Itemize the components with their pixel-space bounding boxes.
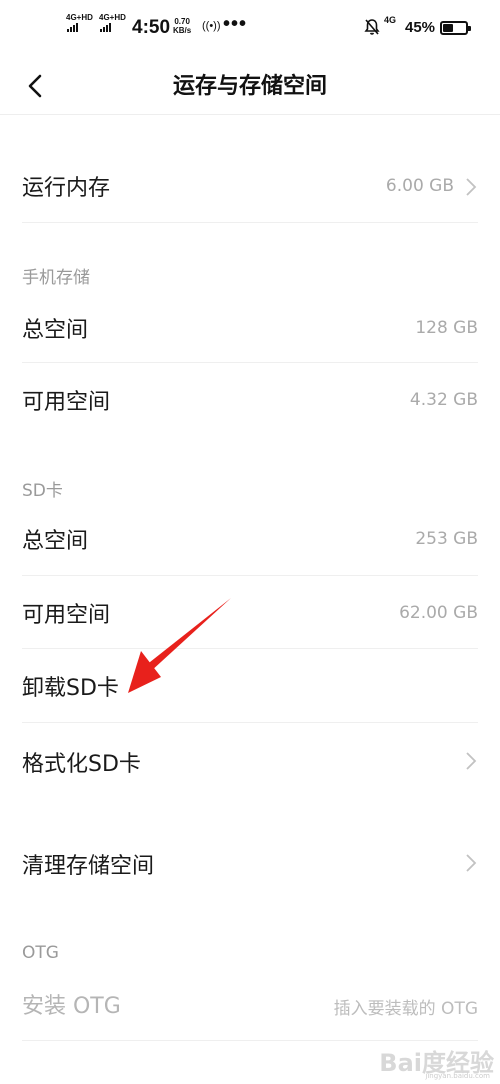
speed-value: 0.70 <box>174 17 190 26</box>
phone-total-row: 总空间 128 GB <box>0 290 500 362</box>
sd-free-row: 可用空间 62.00 GB <box>0 575 500 648</box>
sd-free-label: 可用空间 <box>22 603 111 628</box>
header-divider <box>0 114 500 115</box>
network-type-2: 4G+HD <box>99 13 126 22</box>
network-speed: 0.70 KB/s <box>173 17 191 35</box>
battery-icon <box>440 21 471 35</box>
signal-icon <box>67 23 78 32</box>
ram-label: 运行内存 <box>22 176 111 201</box>
otg-install-row: 安装 OTG 插入要装载的 OTG <box>0 966 500 1038</box>
sd-total-label: 总空间 <box>22 529 89 554</box>
phone-free-label: 可用空间 <box>22 390 111 415</box>
section-header-phone-storage: 手机存储 <box>22 268 90 288</box>
chevron-right-icon <box>466 854 477 872</box>
otg-install-value: 插入要装载的 OTG <box>333 999 478 1019</box>
sd-format-row[interactable]: 格式化SD卡 <box>0 722 500 798</box>
sd-unmount-label: 卸载SD卡 <box>22 676 119 701</box>
watermark-url: jingyan.baidu.com <box>425 1072 490 1080</box>
phone-total-value: 128 GB <box>415 318 478 338</box>
ram-value: 6.00 GB <box>385 176 454 196</box>
phone-total-label: 总空间 <box>22 318 89 343</box>
phone-free-row: 可用空间 4.32 GB <box>0 362 500 434</box>
sd-unmount-row[interactable]: 卸载SD卡 <box>0 648 500 722</box>
sd-free-value: 62.00 GB <box>399 603 478 623</box>
divider <box>22 1040 478 1041</box>
divider <box>22 222 478 223</box>
app-header: 运存与存储空间 <box>0 58 500 114</box>
sd-format-label: 格式化SD卡 <box>22 752 141 777</box>
clean-storage-row[interactable]: 清理存储空间 <box>0 826 500 902</box>
page-title: 运存与存储空间 <box>172 74 327 99</box>
ram-row[interactable]: 运行内存 6.00 GB <box>0 150 500 222</box>
chevron-right-icon <box>466 752 477 770</box>
network-type-3: 4G <box>384 15 397 25</box>
phone-free-value: 4.32 GB <box>409 390 478 410</box>
sd-total-value: 253 GB <box>415 529 478 549</box>
battery-level <box>443 24 453 32</box>
section-header-sd-card: SD卡 <box>22 481 63 501</box>
clock: 4:50 <box>132 17 171 38</box>
hotspot-icon: ((•)) <box>202 20 221 32</box>
status-bar: 4G+HD 4G+HD 4:50 0.70 KB/s ((•)) ••• 4G … <box>0 0 500 58</box>
more-notifications-icon: ••• <box>223 13 248 35</box>
battery-percent: 45% <box>405 19 436 36</box>
network-type-1: 4G+HD <box>66 13 93 22</box>
sd-total-row: 总空间 253 GB <box>0 503 500 575</box>
otg-install-label: 安装 OTG <box>22 994 121 1019</box>
signal-icon <box>100 23 111 32</box>
section-header-otg: OTG <box>22 943 59 963</box>
mute-bell-icon <box>364 19 380 35</box>
speed-unit: KB/s <box>173 26 192 35</box>
clean-storage-label: 清理存储空间 <box>22 854 155 879</box>
chevron-right-icon <box>466 178 477 196</box>
